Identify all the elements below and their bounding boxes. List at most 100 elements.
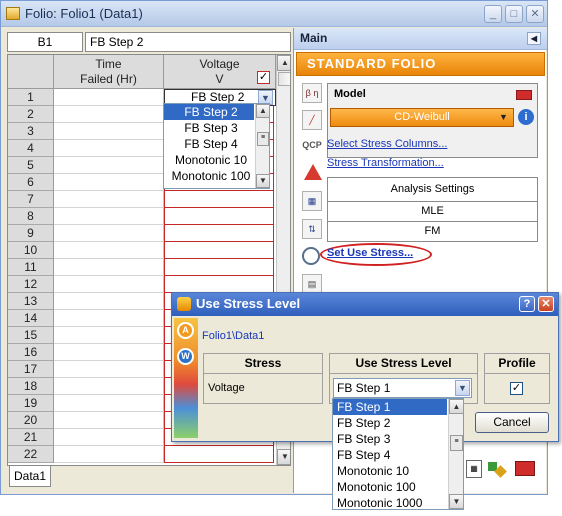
dropdown-option[interactable]: FB Step 1 [333, 399, 447, 415]
row-header[interactable]: 6 [8, 174, 54, 191]
set-use-stress-link[interactable]: Set Use Stress... [327, 247, 413, 259]
row-header[interactable]: 5 [8, 157, 54, 174]
dropdown-option[interactable]: FB Step 2 [333, 415, 447, 431]
row-header[interactable]: 14 [8, 310, 54, 327]
row-header[interactable]: 11 [8, 259, 54, 276]
use-stress-dropdown-scrollbar[interactable]: ▲ ≡ ▼ [448, 399, 464, 509]
dropdown-option[interactable]: Monotonic 10 [164, 152, 254, 168]
scroll-thumb[interactable] [278, 72, 290, 86]
voltage-cell[interactable] [164, 191, 274, 208]
time-cell[interactable] [54, 429, 164, 446]
time-cell[interactable] [54, 106, 164, 123]
scroll-thumb[interactable]: ≡ [257, 132, 269, 146]
voltage-cell[interactable] [164, 208, 274, 225]
stress-transformation-link[interactable]: Stress Transformation... [327, 157, 444, 169]
time-cell[interactable] [54, 208, 164, 225]
dropdown-option[interactable]: Monotonic 100 [164, 168, 254, 184]
scroll-up-icon[interactable]: ▲ [277, 55, 290, 71]
dropdown-option[interactable]: FB Step 4 [164, 136, 254, 152]
row-header[interactable]: 19 [8, 395, 54, 412]
dropdown-option[interactable]: FB Step 3 [333, 431, 447, 447]
sort-icon[interactable]: ⇅ [302, 219, 322, 239]
time-cell[interactable] [54, 276, 164, 293]
time-cell[interactable] [54, 310, 164, 327]
profile-checkbox[interactable]: ✓ [510, 382, 523, 395]
corner-cell[interactable] [8, 55, 54, 89]
row-header[interactable]: 2 [8, 106, 54, 123]
select-stress-columns-link[interactable]: Select Stress Columns... [327, 138, 447, 150]
time-cell[interactable] [54, 344, 164, 361]
distribution-icon[interactable]: β η [302, 83, 322, 103]
time-cell[interactable] [54, 293, 164, 310]
voltage-cell[interactable] [164, 276, 274, 293]
table-icon[interactable]: ▤ [302, 274, 322, 294]
analysis-method-mle[interactable]: MLE [327, 202, 538, 222]
dropdown-option[interactable]: FB Step 2 [164, 104, 254, 120]
row-header[interactable]: 16 [8, 344, 54, 361]
time-cell[interactable] [54, 395, 164, 412]
dropdown-option[interactable]: Monotonic 1000 [333, 495, 447, 511]
voltage-cell[interactable] [164, 446, 274, 463]
time-cell[interactable] [54, 327, 164, 344]
triangle-warning-icon[interactable] [304, 164, 322, 180]
sheet-tab-data1[interactable]: Data1 [9, 466, 51, 487]
row-header[interactable]: 21 [8, 429, 54, 446]
plot-icon[interactable]: ╱ [302, 110, 322, 130]
cell-reference-box[interactable]: B1 [7, 32, 83, 52]
toolbar-red-icon[interactable] [515, 461, 535, 476]
time-cell[interactable] [54, 89, 164, 106]
time-cell[interactable] [54, 242, 164, 259]
row-header[interactable]: 1 [8, 89, 54, 106]
column-header-time[interactable]: Time Failed (Hr) [54, 55, 164, 89]
voltage-cell[interactable] [164, 259, 274, 276]
scroll-up-icon[interactable]: ▲ [256, 104, 270, 118]
dropdown-option[interactable]: Monotonic 100 [333, 479, 447, 495]
qcp-icon[interactable]: QCP [302, 136, 322, 156]
settings-grid-icon[interactable]: ▦ [302, 191, 322, 211]
row-header[interactable]: 8 [8, 208, 54, 225]
time-cell[interactable] [54, 191, 164, 208]
help-button[interactable]: ? [519, 296, 535, 312]
scroll-thumb[interactable]: ≡ [450, 435, 463, 451]
row-header[interactable]: 4 [8, 140, 54, 157]
confidence-bounds-fm[interactable]: FM [327, 222, 538, 242]
dropdown-option[interactable]: FB Step 4 [333, 447, 447, 463]
chevron-down-icon[interactable]: ▼ [455, 380, 470, 396]
row-header[interactable]: 9 [8, 225, 54, 242]
time-cell[interactable] [54, 259, 164, 276]
time-cell[interactable] [54, 174, 164, 191]
voltage-column-checkbox[interactable]: ✓ [257, 71, 270, 84]
maximize-button[interactable]: □ [505, 5, 523, 23]
time-cell[interactable] [54, 140, 164, 157]
scroll-down-icon[interactable]: ▼ [256, 174, 270, 188]
row-header[interactable]: 12 [8, 276, 54, 293]
voltage-dropdown-scrollbar[interactable]: ▲ ≡ ▼ [255, 104, 270, 188]
close-button[interactable]: ✕ [526, 5, 544, 23]
row-header[interactable]: 22 [8, 446, 54, 463]
row-header[interactable]: 15 [8, 327, 54, 344]
dropdown-option[interactable]: Monotonic 10 [333, 463, 447, 479]
info-icon[interactable]: i [518, 109, 534, 125]
row-header[interactable]: 7 [8, 191, 54, 208]
row-header[interactable]: 3 [8, 123, 54, 140]
toolbar-shapes-icon[interactable] [488, 460, 507, 478]
voltage-cell[interactable] [164, 242, 274, 259]
voltage-cell[interactable] [164, 225, 274, 242]
row-header[interactable]: 18 [8, 378, 54, 395]
row-header[interactable]: 17 [8, 361, 54, 378]
time-cell[interactable] [54, 378, 164, 395]
minimize-button[interactable]: _ [484, 5, 502, 23]
time-cell[interactable] [54, 225, 164, 242]
collapse-panel-icon[interactable]: ◀ [527, 32, 541, 45]
model-select[interactable]: CD-Weibull ▼ [330, 108, 514, 127]
time-cell[interactable] [54, 361, 164, 378]
time-cell[interactable] [54, 412, 164, 429]
dialog-close-button[interactable]: ✕ [538, 296, 554, 312]
scroll-up-icon[interactable]: ▲ [449, 399, 464, 414]
scroll-down-icon[interactable]: ▼ [449, 494, 464, 509]
row-header[interactable]: 10 [8, 242, 54, 259]
row-header[interactable]: 13 [8, 293, 54, 310]
toolbar-grid-icon[interactable]: ▦ [466, 460, 482, 478]
gauge-icon[interactable] [302, 247, 320, 265]
row-header[interactable]: 20 [8, 412, 54, 429]
